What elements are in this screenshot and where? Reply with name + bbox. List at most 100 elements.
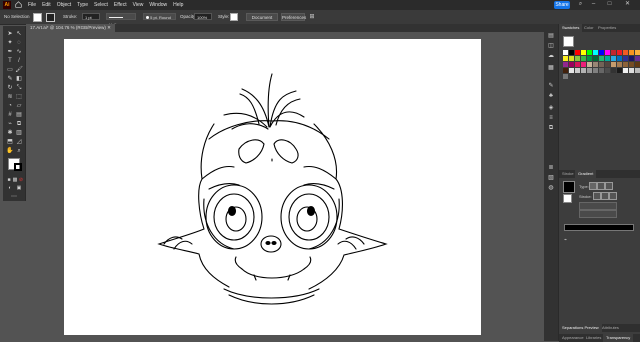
swatch-51[interactable] <box>635 68 640 73</box>
properties-icon[interactable]: ▤ <box>547 32 555 40</box>
artboard-tool-icon[interactable]: ⬒ <box>6 138 14 146</box>
tab-gradient[interactable]: Gradient <box>575 170 597 178</box>
gradient-preview[interactable] <box>563 181 575 193</box>
swatch-4[interactable] <box>587 50 592 55</box>
stroke-panel-icon[interactable]: ≣ <box>547 164 555 172</box>
blend-tool-icon[interactable]: ⧉ <box>15 120 23 128</box>
tab-properties[interactable]: Properties <box>595 24 619 32</box>
menu-edit[interactable]: Edit <box>42 2 51 8</box>
arrange-icon[interactable]: ⊞ <box>308 13 316 21</box>
scale-tool-icon[interactable]: ⤡ <box>15 84 23 92</box>
menu-type[interactable]: Type <box>77 2 88 8</box>
document-tab[interactable]: 17.Art.ai* @ 104.76 % (RGB/Preview) ✕ <box>26 24 115 32</box>
stroke-swatch[interactable] <box>46 13 55 22</box>
swatch-32[interactable] <box>599 62 604 67</box>
menu-view[interactable]: View <box>133 2 144 8</box>
graphic-styles-icon[interactable]: ◈ <box>547 104 555 112</box>
layers-panel-icon[interactable]: ≡ <box>547 114 555 122</box>
swatch-23[interactable] <box>623 56 628 61</box>
zoom-tool-icon[interactable]: ⌕ <box>15 147 23 155</box>
rotate-tool-icon[interactable]: ↻ <box>6 84 14 92</box>
stroke-along-button[interactable] <box>601 192 609 200</box>
swatch-18[interactable] <box>593 56 598 61</box>
menu-window[interactable]: Window <box>149 2 167 8</box>
tab-swatches[interactable]: Swatches <box>559 24 583 32</box>
swatch-35[interactable] <box>617 62 622 67</box>
swatch-1[interactable] <box>569 50 574 55</box>
stroke-color-box[interactable] <box>14 163 22 171</box>
minimize-icon[interactable]: – <box>590 1 597 8</box>
perspective-icon[interactable]: ▱ <box>15 102 23 110</box>
gradient-tool-icon[interactable]: ▤ <box>15 111 23 119</box>
eyedropper-small-icon[interactable]: ⌁ <box>564 238 570 243</box>
swatch-26[interactable] <box>563 62 568 67</box>
swatch-39[interactable] <box>563 68 568 73</box>
tab-attributes[interactable]: Attributes <box>599 324 622 332</box>
fill-swatch[interactable] <box>33 13 42 22</box>
swatch-47[interactable] <box>611 68 616 73</box>
brush-dropdown[interactable]: 5 pt. Round <box>143 13 176 20</box>
stroke-across-button[interactable] <box>609 192 617 200</box>
swatch-13[interactable] <box>563 56 568 61</box>
swatch-12[interactable] <box>635 50 640 55</box>
opacity-field[interactable]: 100% <box>194 13 212 20</box>
swatch-0[interactable] <box>563 50 568 55</box>
menu-select[interactable]: Select <box>94 2 108 8</box>
mesh-tool-icon[interactable]: # <box>6 111 14 119</box>
home-icon[interactable] <box>15 1 22 8</box>
screen-mode-icon[interactable]: ▣ <box>15 184 23 192</box>
swatch-25[interactable] <box>635 56 640 61</box>
swatch-33[interactable] <box>605 62 610 67</box>
menu-object[interactable]: Object <box>57 2 71 8</box>
swatch-17[interactable] <box>587 56 592 61</box>
lasso-icon[interactable]: ◌ <box>15 39 23 47</box>
swatch-31[interactable] <box>593 62 598 67</box>
gradient-angle-field[interactable] <box>579 202 617 210</box>
swatch-49[interactable] <box>623 68 628 73</box>
swatch-40[interactable] <box>569 68 574 73</box>
swatch-15[interactable] <box>575 56 580 61</box>
swatch-16[interactable] <box>581 56 586 61</box>
swatch-7[interactable] <box>605 50 610 55</box>
gradient-fill-swatch[interactable] <box>563 194 572 203</box>
menu-file[interactable]: File <box>28 2 36 8</box>
swatch-46[interactable] <box>605 68 610 73</box>
linear-gradient-button[interactable] <box>589 182 597 190</box>
swatch-45[interactable] <box>599 68 604 73</box>
edit-toolbar-icon[interactable]: ⋯ <box>10 193 18 201</box>
free-transform-icon[interactable]: ⬚ <box>15 93 23 101</box>
swatch-48[interactable] <box>617 68 622 73</box>
gradient-aspect-field[interactable] <box>579 210 617 218</box>
rectangle-tool-icon[interactable]: ▭ <box>6 66 14 74</box>
swatch-41[interactable] <box>575 68 580 73</box>
direct-selection-tool-icon[interactable]: ↖ <box>15 30 23 38</box>
swatch-44[interactable] <box>593 68 598 73</box>
swatch-19[interactable] <box>599 56 604 61</box>
eyedropper-icon[interactable]: ⌁ <box>6 120 14 128</box>
stroke-weight-field[interactable]: 1 pt <box>82 13 100 20</box>
swatch-2[interactable] <box>575 50 580 55</box>
search-icon[interactable]: ⌕ <box>577 1 584 8</box>
line-tool-icon[interactable]: / <box>15 57 23 65</box>
radial-gradient-button[interactable] <box>597 182 605 190</box>
libraries-icon[interactable]: ☁ <box>547 52 555 60</box>
selection-tool-icon[interactable]: ➤ <box>6 30 14 38</box>
swatch-20[interactable] <box>605 56 610 61</box>
swatch-10[interactable] <box>623 50 628 55</box>
swatch-21[interactable] <box>611 56 616 61</box>
swatch-6[interactable] <box>599 50 604 55</box>
swatch-22[interactable] <box>617 56 622 61</box>
shape-builder-icon[interactable]: ◔ <box>6 102 14 110</box>
gradient-panel-icon[interactable]: ▧ <box>547 174 555 182</box>
menu-effect[interactable]: Effect <box>114 2 127 8</box>
swatch-37[interactable] <box>629 62 634 67</box>
swatch-38[interactable] <box>635 62 640 67</box>
symbol-sprayer-icon[interactable]: ✱ <box>6 129 14 137</box>
shaper-tool-icon[interactable]: ✎ <box>6 75 14 83</box>
swatch-30[interactable] <box>587 62 592 67</box>
document-setup-button[interactable]: Document Setup <box>246 13 278 28</box>
brushes-icon[interactable]: ✎ <box>547 82 555 90</box>
maximize-icon[interactable]: □ <box>606 1 613 8</box>
gradient-slider[interactable] <box>564 224 634 231</box>
curvature-icon[interactable]: ∿ <box>15 48 23 56</box>
